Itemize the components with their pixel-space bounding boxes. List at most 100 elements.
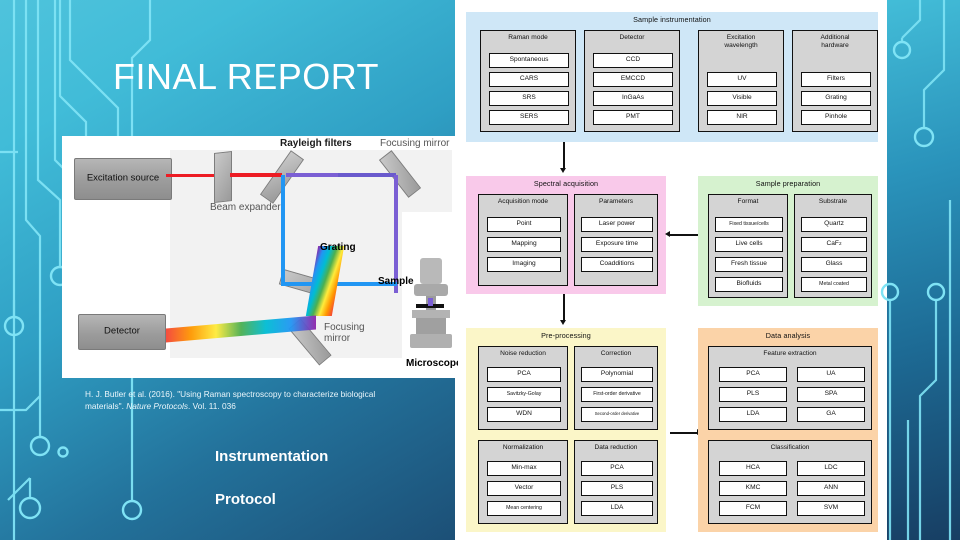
- column-title-noise-reduction: Noise reduction: [500, 350, 546, 357]
- beam-red-1: [166, 174, 214, 177]
- excitation-source-label: Excitation source: [86, 172, 160, 184]
- cell-caf2[interactable]: CaF 2: [801, 237, 867, 252]
- column-parameters: Parameters Laser power Exposure time Coa…: [574, 194, 658, 286]
- column-raman-mode: Raman mode Spontaneous CARS SRS SERS: [480, 30, 576, 132]
- cell-uv[interactable]: UV: [707, 72, 777, 87]
- cell-pmt[interactable]: PMT: [593, 110, 673, 125]
- cell-filters[interactable]: Filters: [801, 72, 871, 87]
- column-title-acquisition-mode: Acquisition mode: [497, 198, 549, 205]
- cell-vector[interactable]: Vector: [487, 481, 561, 496]
- column-correction: Correction Polynomial First-order deriva…: [574, 346, 658, 430]
- column-title-data-reduction: Data reduction: [594, 444, 638, 451]
- bullet-instrumentation: Instrumentation: [215, 448, 329, 465]
- cell-feature-spa[interactable]: SPA: [797, 387, 865, 402]
- raman-schematic-figure: Excitation source Detector Rayleigh filt…: [62, 136, 458, 378]
- column-title-excitation-wavelength: Excitation wavelength: [724, 34, 758, 49]
- cell-imaging[interactable]: Imaging: [487, 257, 561, 272]
- column-additional-hardware: Additional hardware Filters Grating Pinh…: [792, 30, 878, 132]
- cell-class-svm[interactable]: SVM: [797, 501, 865, 516]
- cell-pinhole[interactable]: Pinhole: [801, 110, 871, 125]
- column-title-parameters: Parameters: [598, 198, 634, 205]
- page-title: FINAL REPORT: [113, 56, 380, 97]
- cell-class-ann[interactable]: ANN: [797, 481, 865, 496]
- cell-reduction-pls[interactable]: PLS: [581, 481, 653, 496]
- arrow-preprocessing-to-analysis: [670, 432, 698, 435]
- arrow-preparation-to-acquisition: [670, 234, 698, 237]
- cell-coadditions[interactable]: Coadditions: [581, 257, 653, 272]
- panel-pre-processing: Pre-processing Noise reduction PCA Savit…: [466, 328, 666, 532]
- column-title-additional-hardware: Additional hardware: [820, 34, 850, 49]
- panel-title-sample-instrumentation: Sample instrumentation: [633, 15, 711, 24]
- column-title-format: Format: [737, 198, 759, 205]
- cell-reduction-lda[interactable]: LDA: [581, 501, 653, 516]
- cell-spontaneous[interactable]: Spontaneous: [489, 53, 569, 68]
- cell-noise-pca[interactable]: PCA: [487, 367, 561, 382]
- arrow-instrumentation-to-acquisition: [563, 142, 566, 170]
- bullet-protocol: Protocol: [215, 491, 276, 508]
- panel-title-sample-preparation: Sample preparation: [755, 179, 821, 188]
- cell-feature-lda[interactable]: LDA: [719, 407, 787, 422]
- cell-feature-pls[interactable]: PLS: [719, 387, 787, 402]
- cell-exposure-time[interactable]: Exposure time: [581, 237, 653, 252]
- cell-point[interactable]: Point: [487, 217, 561, 232]
- cell-glass[interactable]: Glass: [801, 257, 867, 272]
- column-title-normalization: Normalization: [502, 444, 544, 451]
- cell-biofluids[interactable]: Biofluids: [715, 277, 783, 292]
- cell-class-kmc[interactable]: KMC: [719, 481, 787, 496]
- column-noise-reduction: Noise reduction PCA Savitzky-Golay WDN: [478, 346, 568, 430]
- column-title-correction: Correction: [600, 350, 632, 357]
- panel-title-data-analysis: Data analysis: [765, 331, 811, 340]
- column-normalization: Normalization Min-max Vector Mean center…: [478, 440, 568, 524]
- column-title-raman-mode: Raman mode: [508, 34, 548, 41]
- cell-metal-coated[interactable]: Metal coated: [801, 277, 867, 292]
- column-detector: Detector CCD EMCCD InGaAs PMT: [584, 30, 680, 132]
- cell-mean-centering[interactable]: Mean centering: [487, 501, 561, 516]
- cell-mapping[interactable]: Mapping: [487, 237, 561, 252]
- column-feature-extraction: Feature extraction PCA PLS LDA UA SPA GA: [708, 346, 872, 430]
- slide-background-right: [880, 0, 960, 540]
- cell-reduction-pca[interactable]: PCA: [581, 461, 653, 476]
- focusing-mirror-bottom-label: Focusing mirror: [324, 322, 365, 344]
- cell-feature-ga[interactable]: GA: [797, 407, 865, 422]
- cell-savitzky-golay[interactable]: Savitzky-Golay: [487, 387, 561, 402]
- cell-second-order-derivative[interactable]: Second-order derivative: [581, 407, 653, 422]
- beam-red-2: [230, 173, 282, 177]
- cell-class-hca[interactable]: HCA: [719, 461, 787, 476]
- cell-polynomial[interactable]: Polynomial: [581, 367, 653, 382]
- rayleigh-filters-label: Rayleigh filters: [280, 138, 352, 149]
- cell-fixed-tissue-cells[interactable]: Fixed tissue/cells: [715, 217, 783, 232]
- grating-label: Grating: [320, 242, 356, 253]
- panel-title-pre-processing: Pre-processing: [541, 331, 591, 340]
- cell-fresh-tissue[interactable]: Fresh tissue: [715, 257, 783, 272]
- cell-laser-power[interactable]: Laser power: [581, 217, 653, 232]
- arrow-head-down-1: [559, 168, 566, 173]
- beam-expander-label: Beam expander: [210, 202, 281, 213]
- cell-class-ldc[interactable]: LDC: [797, 461, 865, 476]
- cell-ccd[interactable]: CCD: [593, 53, 673, 68]
- cell-emccd[interactable]: EMCCD: [593, 72, 673, 87]
- citation-part-2: . Vol. 11. 036: [188, 401, 236, 412]
- cell-feature-pca[interactable]: PCA: [719, 367, 787, 382]
- cell-visible[interactable]: Visible: [707, 91, 777, 106]
- microscope-illustration: [410, 258, 454, 358]
- cell-wdn[interactable]: WDN: [487, 407, 561, 422]
- cell-sers[interactable]: SERS: [489, 110, 569, 125]
- cell-first-order-derivative[interactable]: First-order derivative: [581, 387, 653, 402]
- panel-data-analysis: Data analysis Feature extraction PCA PLS…: [698, 328, 878, 532]
- citation-text: H. J. Butler et al. (2016). "Using Raman…: [85, 388, 415, 412]
- panel-title-spectral-acquisition: Spectral acquisition: [533, 179, 599, 188]
- cell-srs[interactable]: SRS: [489, 91, 569, 106]
- cell-grating[interactable]: Grating: [801, 91, 871, 106]
- beam-violet-2: [338, 173, 396, 177]
- cell-cars[interactable]: CARS: [489, 72, 569, 87]
- cell-nir[interactable]: NIR: [707, 110, 777, 125]
- cell-ingaas[interactable]: InGaAs: [593, 91, 673, 106]
- beam-blue-down: [281, 175, 285, 285]
- cell-class-fcm[interactable]: FCM: [719, 501, 787, 516]
- arrow-head-down-2: [559, 320, 566, 325]
- cell-live-cells[interactable]: Live cells: [715, 237, 783, 252]
- sample-label: Sample: [378, 276, 414, 287]
- cell-min-max[interactable]: Min-max: [487, 461, 561, 476]
- cell-quartz[interactable]: Quartz: [801, 217, 867, 232]
- cell-feature-ua[interactable]: UA: [797, 367, 865, 382]
